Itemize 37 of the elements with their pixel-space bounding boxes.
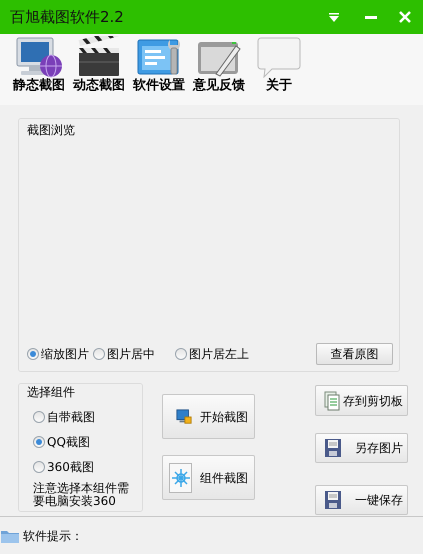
radio-button[interactable]	[33, 461, 45, 473]
folder-icon	[1, 528, 19, 542]
snowflake-icon	[169, 462, 192, 492]
radio-button[interactable]	[33, 436, 45, 448]
minimize-icon[interactable]	[365, 16, 377, 18]
group-title: 选择组件	[27, 384, 75, 401]
radio-label: 缩放图片	[41, 346, 89, 363]
radio-button[interactable]	[33, 411, 45, 423]
toolbar-button[interactable]: 关于	[250, 36, 308, 94]
toolbar-button[interactable]: 软件设置	[130, 36, 188, 94]
radio-label: 图片居中	[107, 346, 155, 363]
radio-label: QQ截图	[47, 434, 90, 451]
save-button[interactable]: 另存图片	[315, 433, 408, 463]
radio-label: 自带截图	[47, 409, 95, 426]
radio-label: 360截图	[47, 459, 94, 476]
window-title: 百旭截图软件2.2	[10, 6, 125, 28]
monitor-globe-icon	[15, 36, 63, 78]
dropdown-icon[interactable]	[329, 12, 339, 22]
radio-button[interactable]	[27, 348, 39, 360]
capture-button[interactable]: 组件截图	[162, 455, 255, 500]
group-title: 截图浏览	[27, 122, 75, 139]
close-icon[interactable]	[399, 11, 411, 23]
save-button[interactable]: 存到剪切板	[315, 385, 408, 416]
component-note: 注意选择本组件需要电脑安装360	[33, 482, 130, 508]
toolbar-button[interactable]: 动态截图	[70, 36, 128, 94]
radio-label: 图片居左上	[189, 346, 249, 363]
save-button[interactable]: 一键保存	[315, 485, 408, 515]
toolbar-button[interactable]: 静态截图	[10, 36, 68, 94]
screen-capture-icon	[176, 408, 192, 426]
radio-button[interactable]	[93, 348, 105, 360]
capture-button[interactable]: 开始截图	[162, 394, 255, 439]
clapperboard-icon	[76, 36, 122, 78]
status-text: 软件提示：	[23, 528, 83, 544]
document-icon	[324, 390, 340, 410]
view-original-button[interactable]: 查看原图	[316, 343, 393, 365]
toolbar-button[interactable]: 意见反馈	[190, 36, 248, 94]
radio-button[interactable]	[175, 348, 187, 360]
